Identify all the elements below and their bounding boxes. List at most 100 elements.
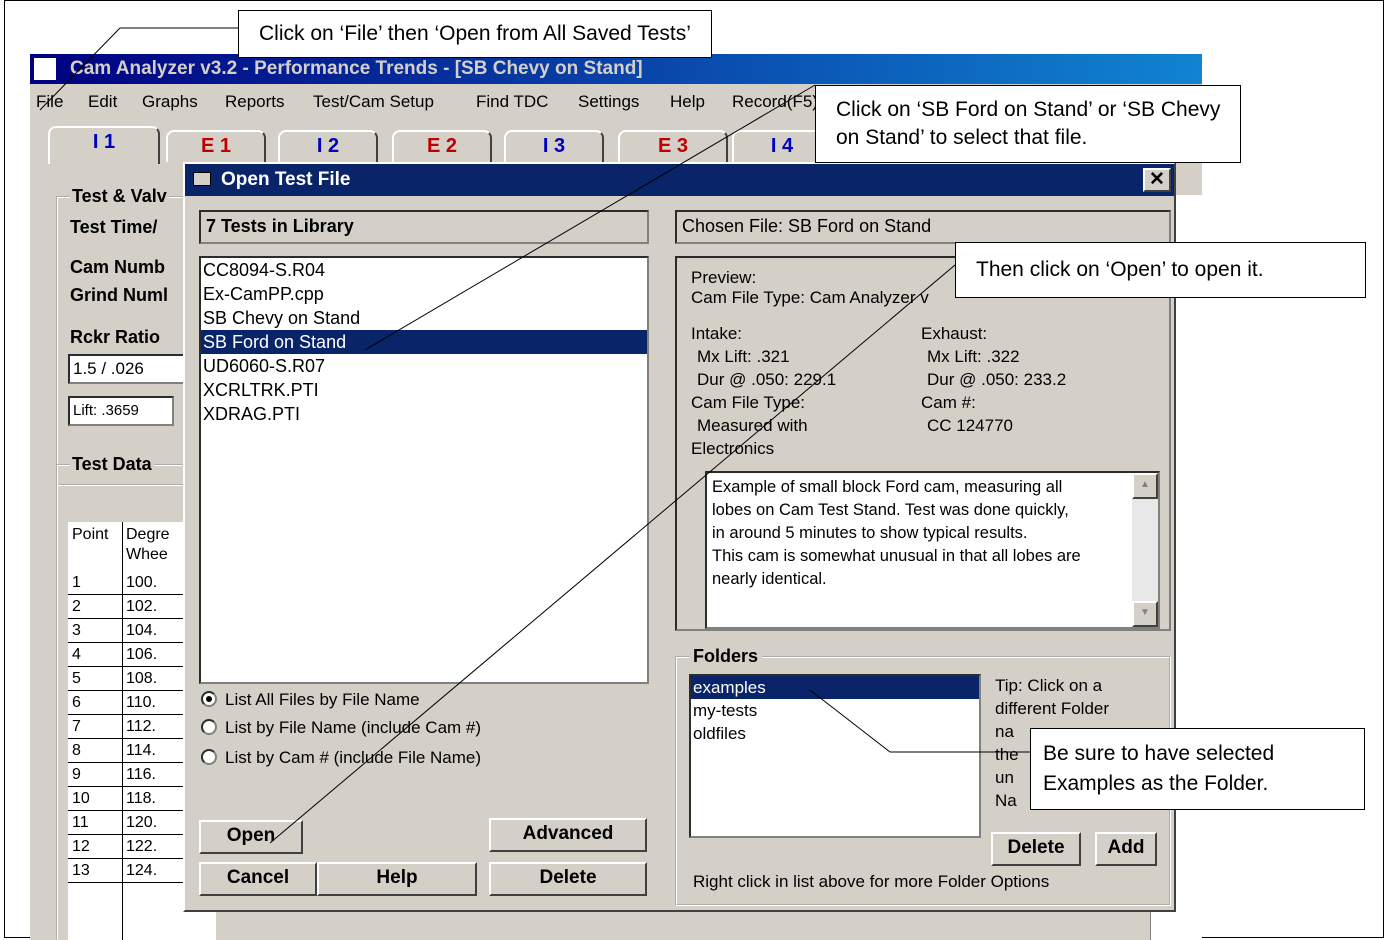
- grid-point-cell[interactable]: 11: [72, 814, 89, 832]
- file-list-item[interactable]: SB Chevy on Stand: [201, 306, 647, 330]
- grid-point-cell[interactable]: 5: [72, 670, 81, 688]
- menu-record[interactable]: Record(F5): [732, 92, 818, 112]
- rocker-ratio-field[interactable]: 1.5 / .026: [68, 354, 188, 384]
- radio-label: List by File Name (include Cam #): [225, 718, 482, 737]
- folder-list-item[interactable]: examples: [691, 676, 979, 699]
- cancel-button[interactable]: Cancel: [199, 862, 317, 896]
- file-items: CC8094-S.R04 Ex-CamPP.cpp SB Chevy on Stan…: [201, 258, 647, 426]
- delete-file-button[interactable]: Delete: [489, 862, 647, 896]
- folder-list-item[interactable]: oldfiles: [691, 722, 979, 745]
- radio-list-by-cam[interactable]: List by Cam # (include File Name): [201, 748, 481, 768]
- scroll-up-icon[interactable]: ▲: [1132, 473, 1158, 499]
- menu-settings[interactable]: Settings: [578, 92, 639, 112]
- help-button[interactable]: Help: [317, 862, 477, 896]
- folder-tip-line: un: [995, 768, 1014, 787]
- grid-point-cell[interactable]: 1: [72, 574, 81, 592]
- grid-point-cell[interactable]: 13: [72, 862, 90, 880]
- grid-point-cell[interactable]: 9: [72, 766, 81, 784]
- radio-dot: [201, 719, 217, 735]
- grid-point-cell[interactable]: 6: [72, 694, 81, 712]
- preview-cam-number-label: Cam #:: [921, 393, 976, 412]
- file-list-item[interactable]: XDRAG.PTI: [201, 402, 647, 426]
- lift-field: Lift: .3659: [68, 396, 174, 426]
- file-list-item[interactable]: CC8094-S.R04: [201, 258, 647, 282]
- folder-list[interactable]: examples my-tests oldfiles: [689, 674, 981, 838]
- grid-degree-cell[interactable]: 116.: [126, 766, 156, 784]
- radio-label: List All Files by File Name: [225, 690, 420, 709]
- menu-find-tdc[interactable]: Find TDC: [476, 92, 548, 112]
- main-window-title: Cam Analyzer v3.2 - Performance Trends -…: [70, 58, 643, 79]
- grid-point-cell[interactable]: 10: [72, 790, 90, 808]
- grid-header-degree: Degre: [126, 526, 170, 543]
- grid-degree-cell[interactable]: 124.: [126, 862, 157, 880]
- menu-help[interactable]: Help: [670, 92, 705, 112]
- dialog-close-button[interactable]: ✕: [1143, 168, 1171, 192]
- grid-degree-cell[interactable]: 102.: [126, 598, 157, 616]
- grid-degree-cell[interactable]: 110.: [126, 694, 156, 712]
- main-title-bar: Cam Analyzer v3.2 - Performance Trends -…: [30, 54, 1202, 84]
- grid-point-cell[interactable]: 2: [72, 598, 81, 616]
- preview-electronics: Electronics: [691, 439, 775, 458]
- preview-cam-number: CC 124770: [927, 416, 1014, 435]
- grid-degree-cell[interactable]: 114.: [126, 742, 156, 760]
- callout-folder-line1: Be sure to have selected: [1043, 742, 1275, 765]
- grid-header-wheel: Whee: [126, 546, 168, 563]
- preview-intake-duration: Dur @ .050: 229.1: [697, 370, 837, 389]
- folder-tip-line: the: [995, 745, 1019, 764]
- menu-reports[interactable]: Reports: [225, 92, 285, 112]
- grid-point-cell[interactable]: 12: [72, 838, 90, 856]
- grid-point-cell[interactable]: 8: [72, 742, 81, 760]
- scroll-down-icon[interactable]: ▼: [1132, 601, 1158, 627]
- grid-point-cell[interactable]: 7: [72, 718, 81, 736]
- folder-list-item[interactable]: my-tests: [691, 699, 979, 722]
- notes-scrollbar[interactable]: ▲ ▼: [1132, 473, 1158, 627]
- tab-i2[interactable]: I 2: [278, 130, 378, 162]
- radio-list-by-file-name[interactable]: List All Files by File Name: [201, 690, 420, 710]
- open-button[interactable]: Open: [199, 820, 303, 854]
- preview-cam-file-type-label: Cam File Type:: [691, 393, 806, 412]
- delete-folder-button[interactable]: Delete: [991, 832, 1081, 866]
- radio-dot: [201, 691, 217, 707]
- grid-degree-cell[interactable]: 108.: [126, 670, 157, 688]
- tab-e3[interactable]: E 3: [618, 130, 728, 162]
- grid-degree-cell[interactable]: 106.: [126, 646, 157, 664]
- grid-degree-cell[interactable]: 100.: [126, 574, 157, 592]
- test-data-label: Test Data: [70, 454, 154, 475]
- radio-list-by-file-name-cam[interactable]: List by File Name (include Cam #): [201, 718, 481, 738]
- dialog-title: Open Test File: [221, 169, 351, 190]
- grid-degree-cell[interactable]: 122.: [126, 838, 157, 856]
- menu-test-cam-setup[interactable]: Test/Cam Setup: [313, 92, 434, 112]
- file-list[interactable]: CC8094-S.R04 Ex-CamPP.cpp SB Chevy on Stan…: [199, 256, 649, 684]
- menu-file[interactable]: File: [36, 92, 63, 112]
- tab-e2[interactable]: E 2: [392, 130, 492, 162]
- add-folder-button[interactable]: Add: [1095, 832, 1157, 866]
- preview-cam-file-type: Cam File Type: Cam Analyzer v: [691, 288, 929, 307]
- test-time-label: Test Time/: [70, 217, 158, 237]
- grid-degree-cell[interactable]: 118.: [126, 790, 156, 808]
- dialog-title-bar: Open Test File ✕: [185, 164, 1174, 196]
- tab-i1[interactable]: I 1: [48, 126, 160, 164]
- menu-graphs[interactable]: Graphs: [142, 92, 198, 112]
- file-list-item[interactable]: XCRLTRK.PTI: [201, 378, 647, 402]
- tab-i3[interactable]: I 3: [504, 130, 604, 162]
- file-list-item[interactable]: Ex-CamPP.cpp: [201, 282, 647, 306]
- preview-exhaust-duration: Dur @ .050: 233.2: [927, 370, 1067, 389]
- tab-e1[interactable]: E 1: [166, 130, 266, 162]
- callout-folder-line2: Examples as the Folder.: [1043, 772, 1269, 795]
- grid-point-cell[interactable]: 4: [72, 646, 81, 664]
- library-count-label: 7 Tests in Library: [199, 210, 649, 244]
- cam-number-label: Cam Numb: [70, 257, 166, 277]
- grind-number-label: Grind Numl: [70, 285, 168, 305]
- file-list-item[interactable]: SB Ford on Stand: [201, 330, 647, 354]
- cam-notes-textbox[interactable]: Example of small block Ford cam, measuri…: [705, 471, 1160, 629]
- advanced-button[interactable]: Advanced: [489, 818, 647, 852]
- menu-edit[interactable]: Edit: [88, 92, 117, 112]
- callout-select-file: Click on ‘SB Ford on Stand’ or ‘SB Chevy…: [815, 85, 1242, 163]
- radio-label: List by Cam # (include File Name): [225, 748, 482, 767]
- grid-degree-cell[interactable]: 120.: [126, 814, 157, 832]
- grid-degree-cell[interactable]: 112.: [126, 718, 156, 736]
- preview-measured-with: Measured with: [697, 416, 808, 435]
- file-list-item[interactable]: UD6060-S.R07: [201, 354, 647, 378]
- grid-point-cell[interactable]: 3: [72, 622, 81, 640]
- grid-degree-cell[interactable]: 104.: [126, 622, 157, 640]
